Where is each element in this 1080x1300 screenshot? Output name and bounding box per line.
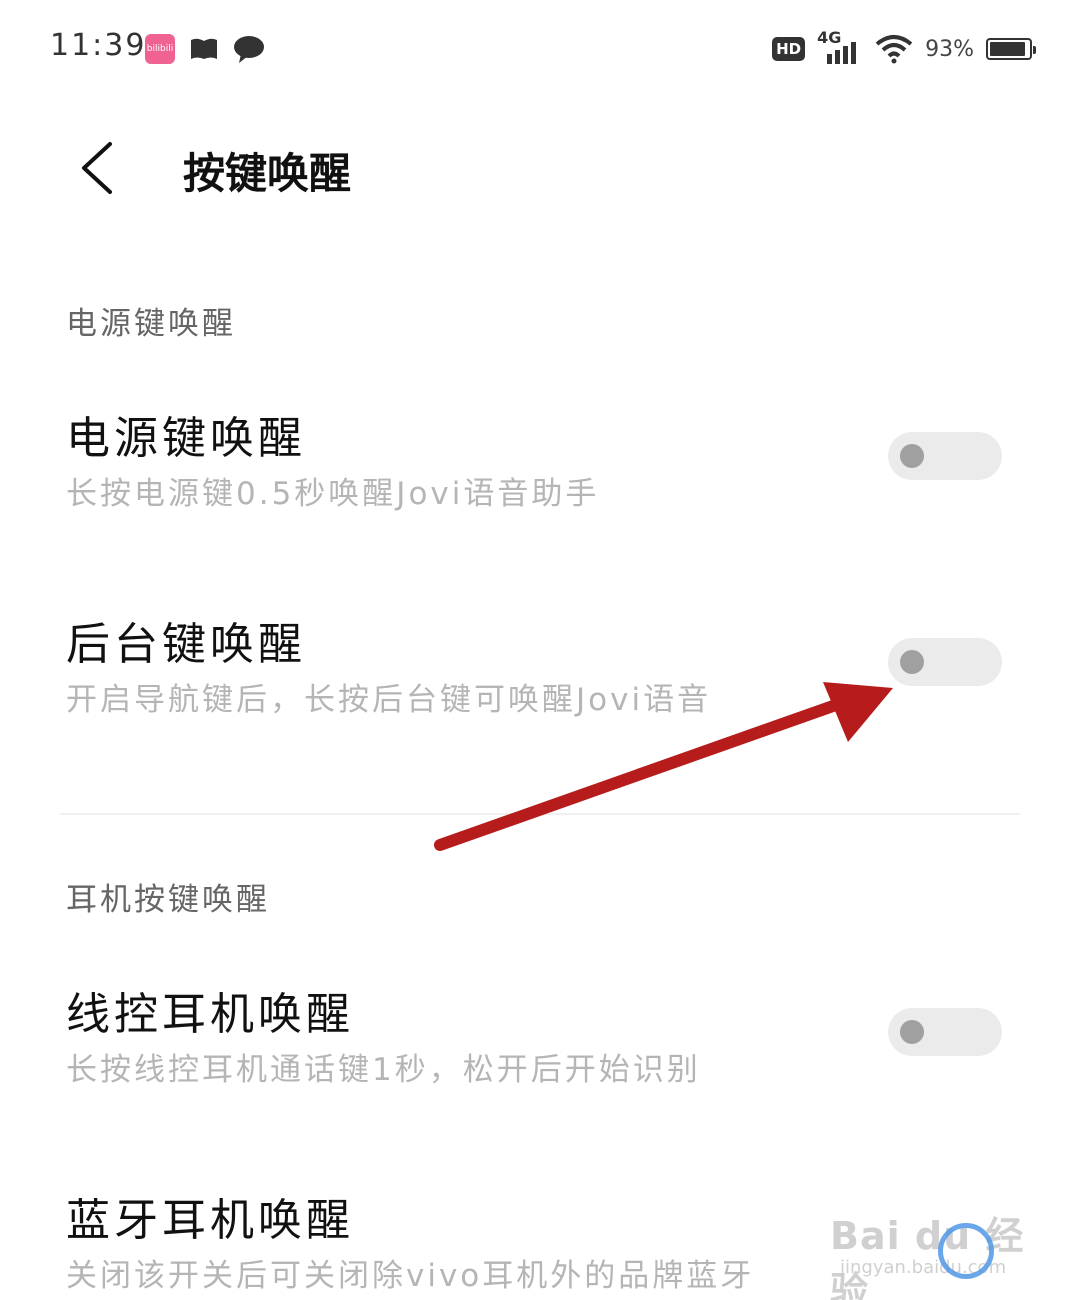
chat-icon <box>234 36 264 63</box>
toggle-knob <box>900 650 924 674</box>
setting-title: 电源键唤醒 <box>66 413 306 464</box>
wifi-icon <box>875 35 913 64</box>
setting-description: 长按电源键0.5秒唤醒Jovi语音助手 <box>66 476 600 512</box>
section-title-power-key: 电源键唤醒 <box>66 306 236 342</box>
loading-ring-icon <box>938 1223 994 1279</box>
battery-percent: 93% <box>925 36 974 62</box>
setting-description: 长按线控耳机通话键1秒，松开后开始识别 <box>66 1052 701 1088</box>
section-divider <box>60 813 1020 815</box>
back-button[interactable] <box>70 138 130 198</box>
setting-description: 开启导航键后，长按后台键可唤醒Jovi语音 <box>66 682 712 718</box>
status-right-group: HD 4G 93% <box>772 28 1036 66</box>
bilibili-label: bilibili <box>146 44 174 54</box>
watermark-brand: Bai du 经验 <box>830 1214 1025 1300</box>
bilibili-app-icon: bilibili <box>145 34 175 64</box>
section-title-earphone-key: 耳机按键唤醒 <box>66 882 270 918</box>
cellular-signal-icon: 4G <box>817 28 863 66</box>
page-header: 按键唤醒 <box>0 120 1080 220</box>
setting-description: 关闭该开关后可关闭除vivo耳机外的品牌蓝牙 <box>66 1258 755 1294</box>
setting-title: 蓝牙耳机唤醒 <box>66 1195 354 1246</box>
power-key-wake-toggle[interactable] <box>888 432 1002 480</box>
book-icon <box>191 38 217 59</box>
page-title: 按键唤醒 <box>183 149 352 198</box>
setting-title: 线控耳机唤醒 <box>66 989 354 1040</box>
chevron-left-icon <box>82 142 112 194</box>
battery-level-fill <box>990 42 1026 56</box>
baidu-jingyan-watermark: Bai du 经验 jingyan.baidu.com <box>830 1185 1030 1300</box>
settings-screen: 11:39 bilibili HD 4G 93% 按键唤醒 电源键唤醒 电源键唤… <box>0 0 1080 1300</box>
notification-icons: bilibili <box>145 34 265 64</box>
status-bar: 11:39 bilibili HD 4G 93% <box>0 0 1080 100</box>
battery-icon <box>986 38 1036 60</box>
back-key-wake-toggle[interactable] <box>888 638 1002 686</box>
toggle-knob <box>900 444 924 468</box>
setting-title: 后台键唤醒 <box>66 619 306 670</box>
toggle-knob <box>900 1020 924 1044</box>
status-time: 11:39 <box>50 28 147 63</box>
hd-badge: HD <box>772 37 806 61</box>
wired-earphone-wake-toggle[interactable] <box>888 1008 1002 1056</box>
